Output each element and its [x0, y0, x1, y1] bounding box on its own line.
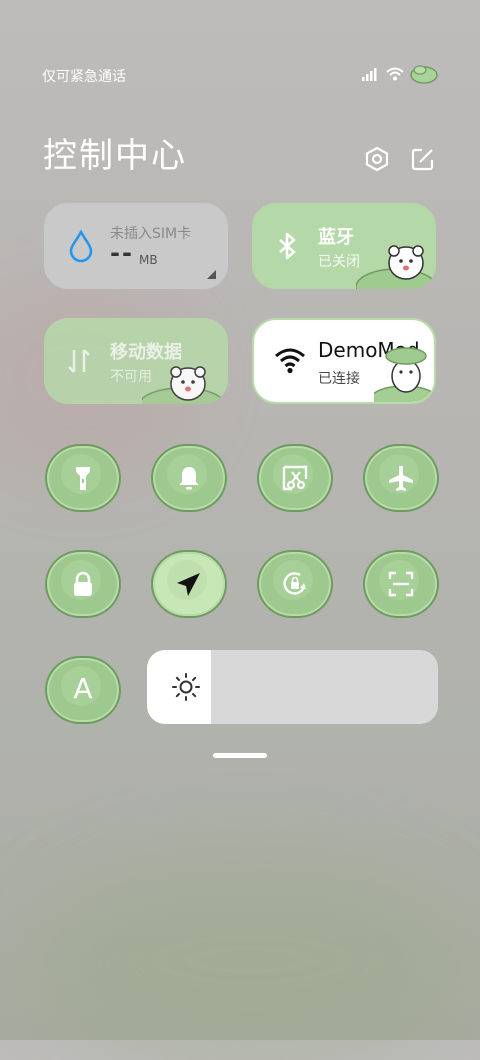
mobile-data-tile[interactable]: 移动数据 不可用	[44, 318, 228, 404]
wifi-icon	[386, 67, 404, 85]
screen-lock-toggle[interactable]	[45, 550, 121, 618]
scanner-toggle[interactable]	[363, 550, 439, 618]
bear-sticker-icon	[374, 347, 434, 402]
water-drop-icon	[66, 229, 96, 263]
data-transfer-icon	[64, 346, 94, 376]
screenshot-toggle[interactable]	[257, 444, 333, 512]
bluetooth-status: 已关闭	[318, 254, 360, 270]
status-bar: 仅可紧急通话	[42, 64, 438, 88]
flashlight-icon	[76, 467, 90, 490]
auto-brightness-toggle[interactable]: A	[45, 656, 121, 724]
bear-sticker-icon	[142, 366, 225, 404]
scanner-icon	[388, 571, 414, 597]
airplane-icon	[389, 466, 413, 491]
wifi-status: 已连接	[318, 371, 360, 387]
wifi-tile[interactable]: DemoMod 已连接	[252, 318, 436, 404]
bell-icon	[179, 467, 199, 490]
data-usage-value: --	[110, 239, 134, 267]
screenshot-icon	[282, 465, 308, 491]
settings-icon[interactable]	[364, 146, 390, 172]
rotation-lock-toggle[interactable]	[257, 550, 333, 618]
edit-icon[interactable]	[410, 146, 436, 172]
location-icon	[177, 573, 200, 596]
bluetooth-icon	[272, 231, 302, 261]
bear-sticker-icon	[356, 245, 436, 289]
airplane-toggle[interactable]	[363, 444, 439, 512]
brightness-slider[interactable]	[147, 650, 438, 724]
flashlight-toggle[interactable]	[45, 444, 121, 512]
rotation-lock-icon	[283, 572, 306, 595]
data-usage-unit: MB	[139, 253, 158, 267]
corner-arrow-icon	[207, 270, 216, 279]
signal-icon	[362, 67, 380, 85]
drag-handle[interactable]	[213, 753, 267, 758]
data-usage-tile[interactable]: 未插入SIM卡 -- MB	[44, 203, 228, 289]
carrier-text: 仅可紧急通话	[42, 69, 126, 85]
bell-toggle[interactable]	[151, 444, 227, 512]
lock-icon	[74, 571, 92, 596]
bluetooth-tile[interactable]: 蓝牙 已关闭	[252, 203, 436, 289]
sun-icon	[172, 673, 200, 701]
page-title: 控制中心	[43, 136, 187, 176]
location-toggle[interactable]	[151, 550, 227, 618]
wifi-icon	[274, 346, 305, 376]
bluetooth-label: 蓝牙	[318, 227, 354, 248]
battery-icon	[410, 64, 438, 88]
font-icon: A	[73, 672, 93, 705]
